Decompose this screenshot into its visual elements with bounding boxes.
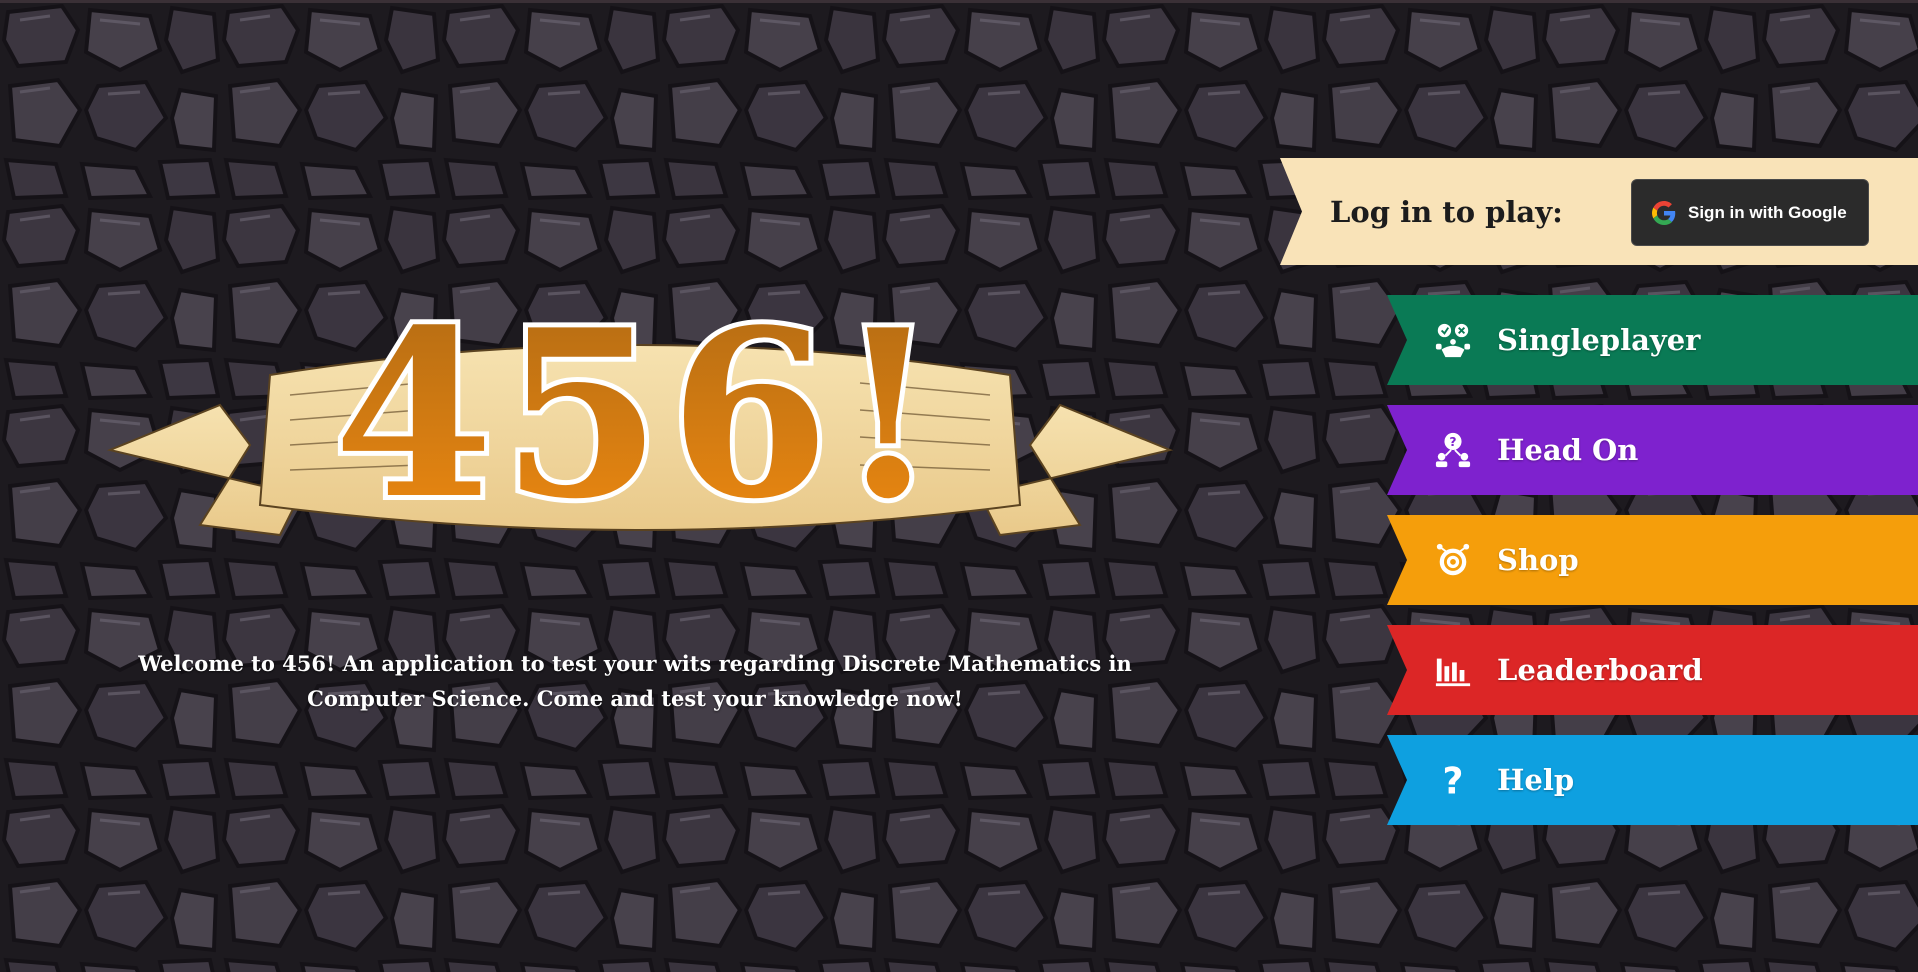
login-banner: Log in to play: Sign in with Google: [1280, 158, 1918, 265]
robot-icon: [1434, 321, 1472, 359]
menu-item-label: Leaderboard: [1497, 653, 1703, 687]
google-icon: [1652, 200, 1676, 225]
menu-item-label: Shop: [1497, 543, 1579, 577]
svg-text:?: ?: [1443, 761, 1464, 799]
question-icon: ?: [1434, 761, 1472, 799]
menu-item-label: Head On: [1497, 433, 1639, 467]
logo-text: 456!: [333, 280, 946, 550]
bar-chart-icon: [1434, 651, 1472, 689]
menu-item-shop[interactable]: Shop: [1387, 515, 1918, 605]
top-edge: [0, 0, 1918, 3]
versus-icon: ?: [1434, 431, 1472, 469]
menu-item-head-on[interactable]: ? Head On: [1387, 405, 1918, 495]
google-signin-button[interactable]: Sign in with Google: [1631, 179, 1869, 246]
game-logo: 456!: [100, 255, 1180, 585]
google-signin-label: Sign in with Google: [1688, 202, 1847, 222]
shop-icon: [1434, 541, 1472, 579]
welcome-text: Welcome to 456! An application to test y…: [138, 651, 1132, 711]
svg-text:?: ?: [1449, 435, 1456, 449]
menu-item-singleplayer[interactable]: Singleplayer: [1387, 295, 1918, 385]
menu-item-label: Help: [1497, 763, 1575, 797]
menu-item-help[interactable]: ? Help: [1387, 735, 1918, 825]
menu-item-leaderboard[interactable]: Leaderboard: [1387, 625, 1918, 715]
menu-item-label: Singleplayer: [1497, 323, 1701, 357]
login-label: Log in to play:: [1330, 195, 1563, 229]
